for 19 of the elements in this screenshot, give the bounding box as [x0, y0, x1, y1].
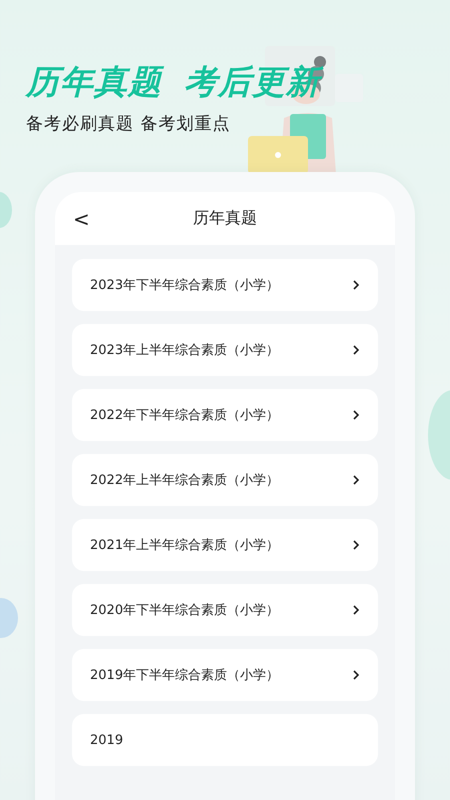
exam-list-item[interactable]: 2019年下半年综合素质（小学）: [72, 649, 378, 701]
chevron-icon: [352, 345, 360, 355]
screen-title: 历年真题: [193, 208, 257, 229]
back-button[interactable]: <: [69, 206, 94, 230]
chevron-icon: [352, 605, 360, 615]
exam-list-item[interactable]: 2022年上半年综合素质（小学）: [72, 454, 378, 506]
exam-list-item[interactable]: 2019: [72, 714, 378, 766]
chevron-icon: [352, 670, 360, 680]
subtitle: 备考必刷真题 备考划重点: [26, 113, 232, 136]
chevron-icon: [352, 540, 360, 550]
chevron-icon: [352, 280, 360, 290]
exam-list-item[interactable]: 2020年下半年综合素质（小学）: [72, 584, 378, 636]
exam-list-item[interactable]: 2023年上半年综合素质（小学）: [72, 324, 378, 376]
exam-list-item[interactable]: 2022年下半年综合素质（小学）: [72, 389, 378, 441]
exam-list-item[interactable]: 2021年上半年综合素质（小学）: [72, 519, 378, 571]
chevron-icon: [352, 475, 360, 485]
chevron-icon: [352, 410, 360, 420]
headline: 历年真题: [26, 64, 162, 100]
exam-list-item[interactable]: 2023年下半年综合素质（小学）: [72, 259, 378, 311]
